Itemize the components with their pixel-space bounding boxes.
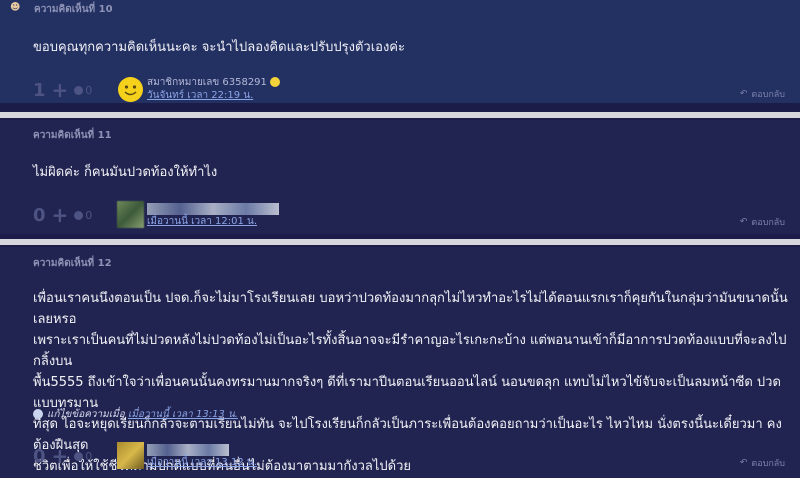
comment-meta: เมื่อวานนี้ เวลา 12:01 น. (147, 215, 257, 228)
edit-icon (33, 409, 43, 419)
comment-time[interactable]: วันจันทร์ เวลา 22:19 น. (147, 90, 253, 101)
emotion-count: 0 (85, 449, 93, 463)
reply-label: ตอบกลับ (751, 218, 785, 228)
comment-11: ความคิดเห็นที่ 11 ไม่ผิดค่ะ ก็คนมันปวดท้… (0, 120, 800, 234)
avatar-smiley-icon[interactable] (117, 76, 144, 103)
vote-box: 0 + 0 (33, 203, 92, 227)
avatar[interactable] (117, 201, 144, 228)
reply-icon: ↶ (739, 217, 748, 227)
reply-icon: ↶ (739, 458, 748, 468)
comment-title: ความคิดเห็นที่ 11 (33, 130, 112, 141)
body-line: เพราะเราเป็นคนที่ไม่ปวดหลังไม่ปวดท้องไม่… (33, 333, 787, 369)
reply-icon: ↶ (739, 89, 748, 99)
vote-count: 1 (33, 79, 46, 101)
emotion-icon (74, 451, 84, 461)
body-line: เพื่อนเราคนนึงตอนเป็น ปจด.ก็จะไม่มาโรงเร… (33, 291, 788, 327)
author-name-blurred[interactable] (147, 444, 229, 456)
comment-title: ความคิดเห็นที่ 10 (34, 4, 113, 15)
comment-12: ความคิดเห็นที่ 12 เพื่อนเราคนนึงตอนเป็น … (0, 247, 800, 478)
reply-label: ตอบกลับ (751, 90, 785, 100)
comment-time[interactable]: เมื่อวานนี้ เวลา 13.12 น. (147, 457, 257, 468)
comment-body: ขอบคุณทุกความคิดเห็นนะคะ จะนำไปลองคิดและ… (33, 40, 405, 55)
emotion-count: 0 (85, 83, 93, 97)
emotion-count: 0 (85, 208, 93, 222)
member-icon: ☻ (10, 2, 21, 13)
reply-button[interactable]: ↶ ตอบกลับ (740, 87, 785, 101)
author-name[interactable]: สมาชิกหมายเลข 6358291 (147, 77, 267, 88)
comment-meta: สมาชิกหมายเลข 6358291 วันจันทร์ เวลา 22:… (147, 76, 281, 102)
comment-time[interactable]: เมื่อวานนี้ เวลา 12:01 น. (147, 216, 257, 227)
comment-meta: เมื่อวานนี้ เวลา 13.12 น. (147, 456, 257, 469)
vote-count: 0 (33, 204, 46, 226)
vote-box: 0 + 0 (33, 444, 92, 468)
emotion-icon (74, 210, 84, 220)
plus-icon[interactable]: + (52, 78, 69, 102)
divider (0, 239, 800, 245)
emotion-button[interactable]: 0 (74, 450, 92, 463)
plus-icon[interactable]: + (52, 444, 69, 468)
reply-label: ตอบกลับ (751, 459, 785, 469)
comment-10: ☻ ความคิดเห็นที่ 10 ขอบคุณทุกความคิดเห็น… (0, 0, 800, 103)
edit-note: แก้ไขข้อความเมื่อ เมื่อวานนี้ เวลา 13:13… (33, 407, 238, 422)
plus-icon[interactable]: + (52, 203, 69, 227)
reply-button[interactable]: ↶ ตอบกลับ (740, 215, 785, 229)
avatar[interactable] (117, 442, 144, 469)
author-name-blurred[interactable] (147, 203, 279, 215)
emotion-button[interactable]: 0 (74, 84, 92, 97)
vote-box: 1 + 0 (33, 78, 92, 102)
vote-count: 0 (33, 445, 46, 467)
emotion-button[interactable]: 0 (74, 209, 92, 222)
comment-body: ไม่ผิดค่ะ ก็คนมันปวดท้องให้ทำไง (33, 165, 218, 180)
comment-title: ความคิดเห็นที่ 12 (33, 258, 112, 269)
reply-button[interactable]: ↶ ตอบกลับ (740, 456, 785, 470)
edit-time[interactable]: เมื่อวานนี้ เวลา 13:13 น. (128, 409, 238, 420)
smiley-icon (270, 77, 281, 87)
edit-label: แก้ไขข้อความเมื่อ (47, 409, 125, 420)
divider (0, 112, 800, 118)
emotion-icon (74, 85, 84, 95)
